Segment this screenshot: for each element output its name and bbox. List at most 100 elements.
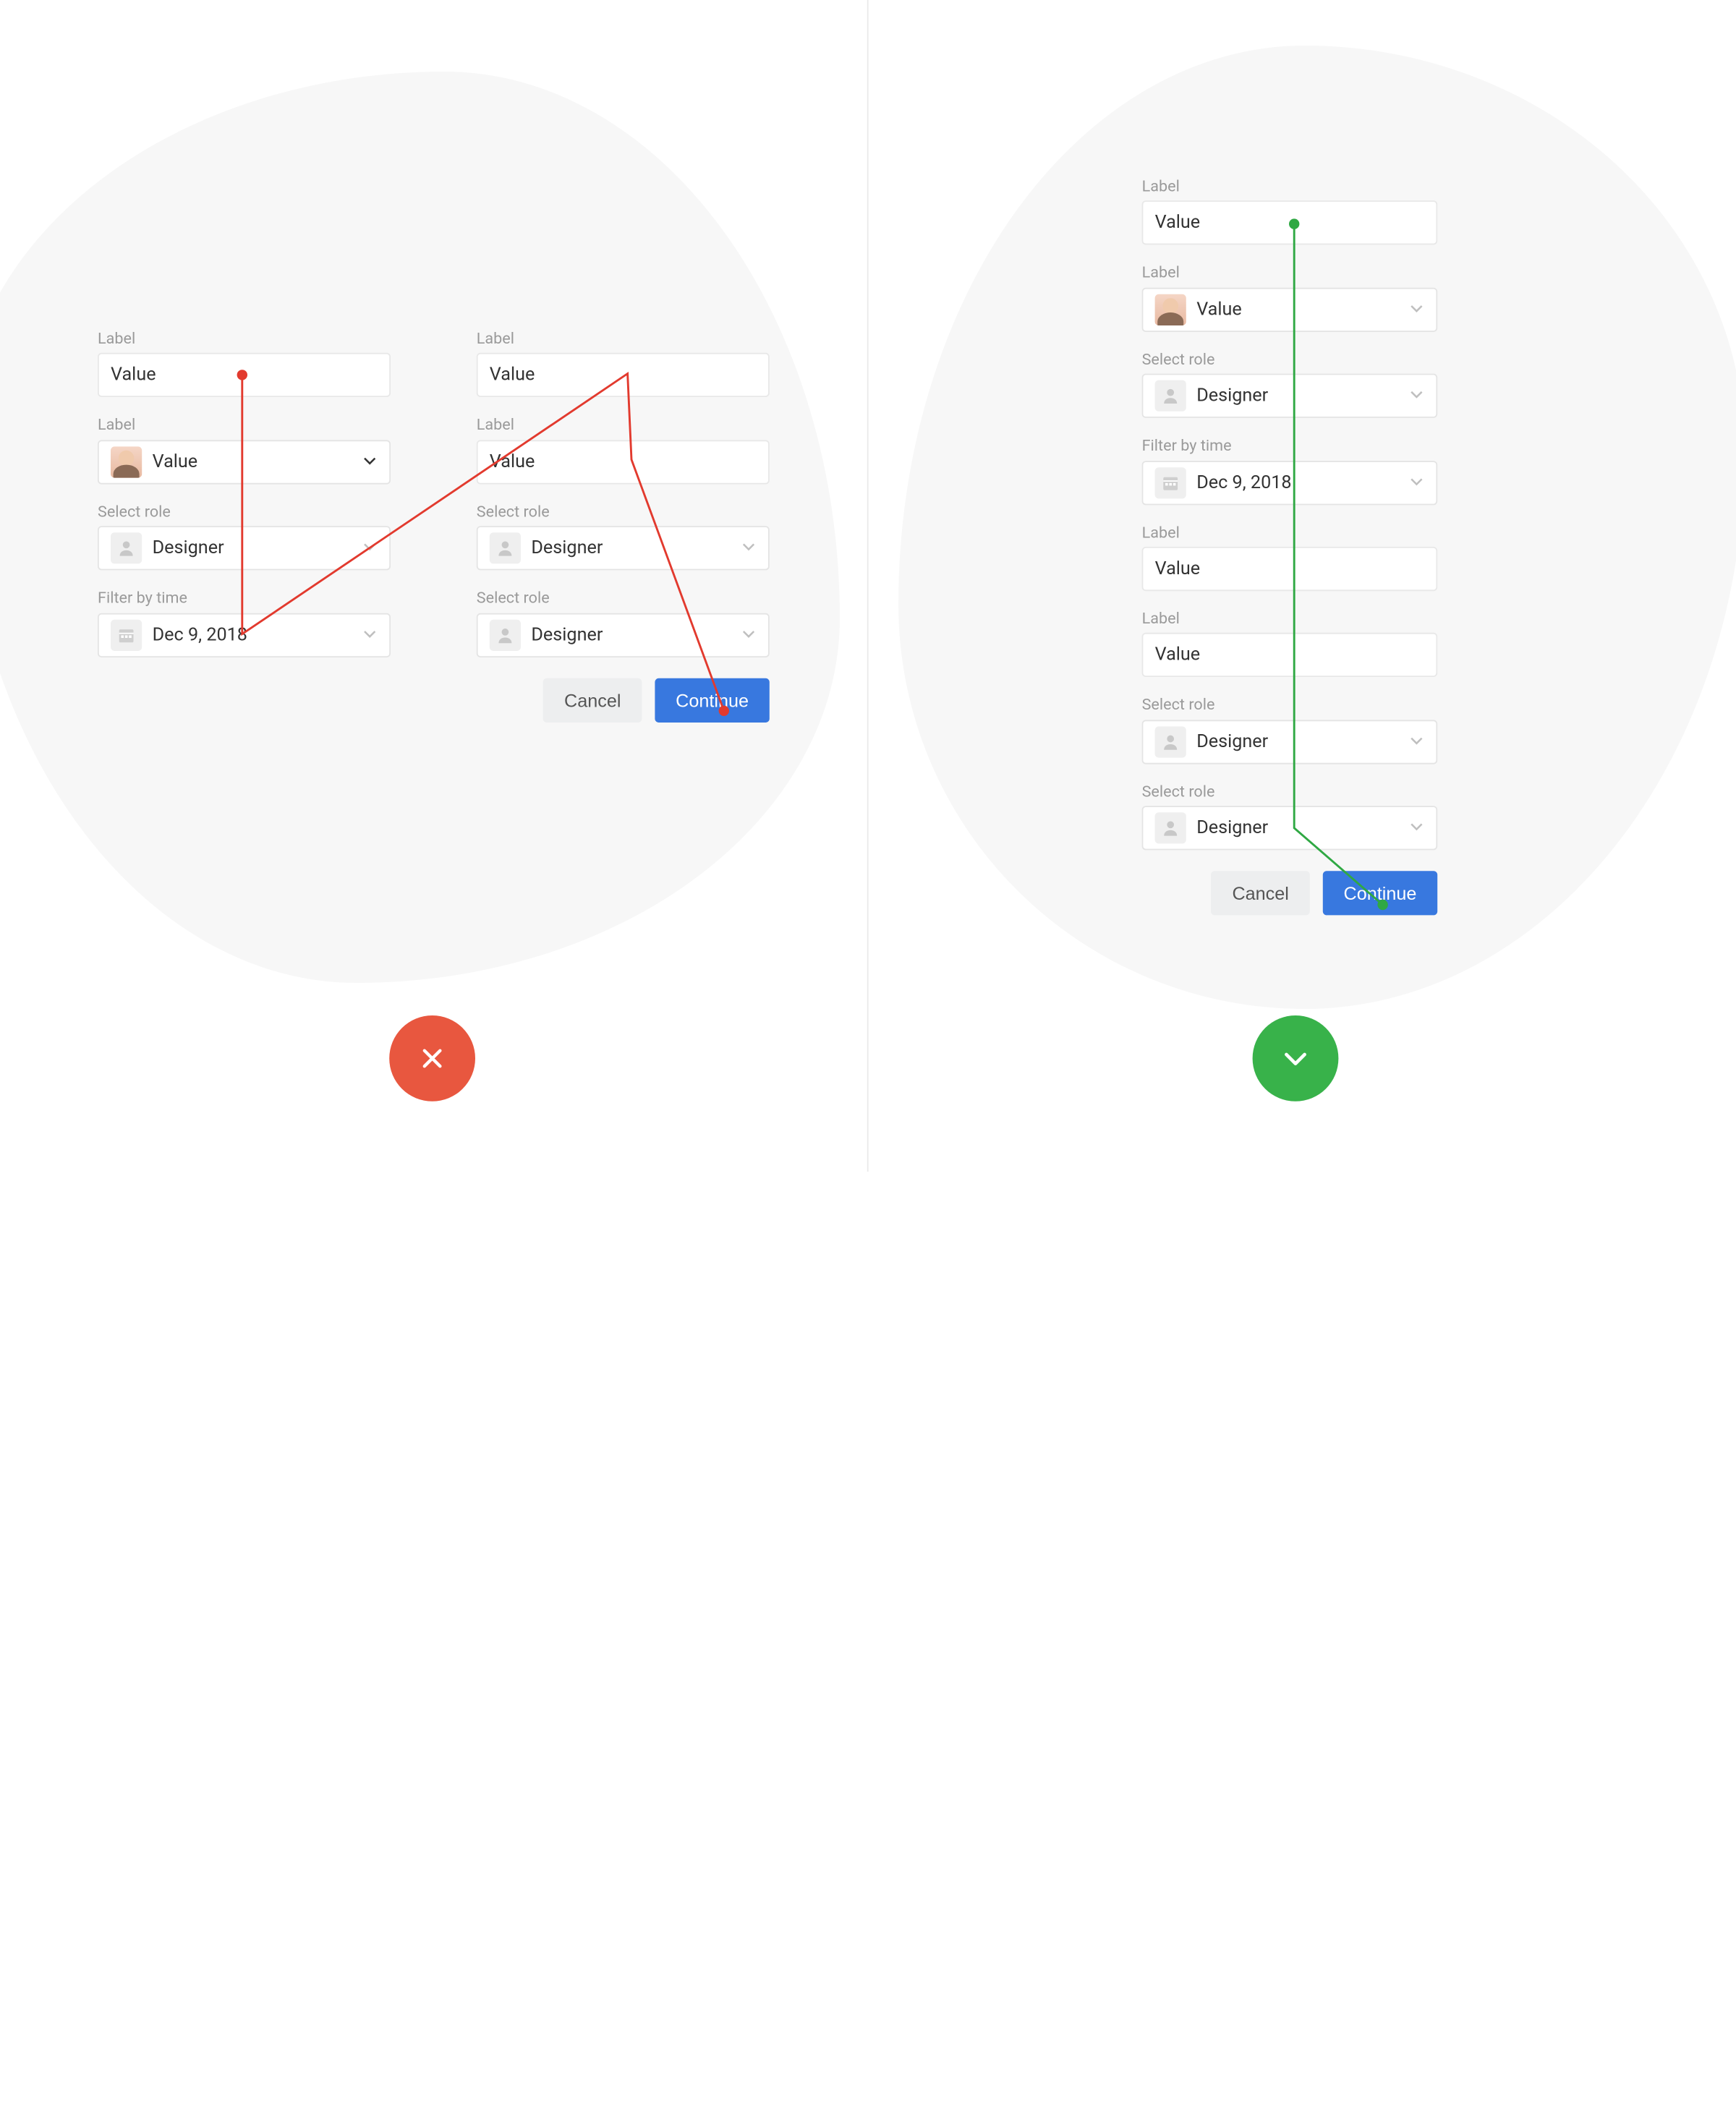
person-icon <box>490 533 521 564</box>
input-value: Value <box>490 365 535 386</box>
person-icon <box>1155 812 1186 843</box>
person-icon <box>111 533 142 564</box>
select-value: Designer <box>1196 818 1268 839</box>
continue-button[interactable]: Continue <box>655 678 769 722</box>
continue-button[interactable]: Continue <box>1323 871 1437 915</box>
input-value: Value <box>1155 558 1201 579</box>
field: Label Value <box>477 329 770 397</box>
select-value: Designer <box>531 538 603 559</box>
field: Label Value <box>1142 263 1438 331</box>
field: Select role Designer <box>1142 782 1438 850</box>
field: Select role Designer <box>98 502 391 570</box>
field: Label Value <box>98 416 391 484</box>
chevron-down-icon <box>1410 299 1423 320</box>
calendar-icon <box>111 619 142 650</box>
select-value: Designer <box>531 624 603 645</box>
field-label: Select role <box>477 589 770 608</box>
select-value: Designer <box>153 538 224 559</box>
person-icon <box>1155 380 1186 412</box>
field: Filter by time Dec 9, 2018 <box>1142 436 1438 504</box>
input-value: Value <box>111 365 156 386</box>
select-value: Value <box>1196 299 1242 320</box>
text-input[interactable]: Value <box>98 354 391 398</box>
field: Label Value <box>1142 177 1438 245</box>
field-label: Select role <box>1142 782 1438 801</box>
select-value: Designer <box>1196 731 1268 752</box>
text-input[interactable]: Value <box>1142 633 1438 677</box>
cancel-button[interactable]: Cancel <box>543 678 642 722</box>
select-value: Dec 9, 2018 <box>153 624 247 645</box>
field: Label Value <box>98 329 391 397</box>
bad-example-panel: Label Value Label Value <box>98 329 770 722</box>
chevron-down-icon <box>1410 385 1423 406</box>
field-label: Select role <box>1142 350 1438 369</box>
field-label: Label <box>98 329 391 348</box>
field: Label Value <box>1142 609 1438 677</box>
field-label: Label <box>477 329 770 348</box>
chevron-down-icon <box>363 451 376 472</box>
field-label: Label <box>1142 609 1438 628</box>
person-icon <box>490 619 521 650</box>
input-value: Value <box>490 451 535 472</box>
role-select[interactable]: Designer <box>1142 720 1438 764</box>
form-column-1: Label Value Label Value <box>98 329 391 657</box>
avatar-icon <box>1155 294 1186 325</box>
chevron-down-icon <box>1410 472 1423 493</box>
chevron-down-icon <box>1410 818 1423 839</box>
text-input[interactable]: Value <box>477 440 770 484</box>
chevron-down-icon <box>742 538 755 559</box>
text-input[interactable]: Value <box>477 354 770 398</box>
field-label: Label <box>98 416 391 435</box>
select-value: Designer <box>1196 385 1268 406</box>
field-label: Select role <box>1142 696 1438 715</box>
role-select[interactable]: Designer <box>1142 374 1438 418</box>
date-select[interactable]: Dec 9, 2018 <box>98 613 391 657</box>
select-value: Value <box>153 451 198 472</box>
role-select[interactable]: Designer <box>477 613 770 657</box>
field-label: Select role <box>98 502 391 521</box>
close-icon <box>418 1044 447 1073</box>
chevron-down-icon <box>1410 731 1423 752</box>
field: Filter by time Dec 9, 2018 <box>98 589 391 657</box>
field-label: Select role <box>477 502 770 521</box>
bad-badge <box>389 1015 475 1102</box>
avatar-icon <box>111 446 142 477</box>
field: Label Value <box>1142 523 1438 591</box>
field: Select role Designer <box>1142 350 1438 418</box>
role-select[interactable]: Designer <box>98 527 391 571</box>
button-label: Continue <box>676 689 749 710</box>
button-label: Cancel <box>564 689 621 710</box>
button-label: Cancel <box>1232 883 1288 904</box>
select-value: Dec 9, 2018 <box>1196 472 1291 493</box>
chevron-down-icon <box>742 624 755 645</box>
chevron-down-icon <box>363 538 376 559</box>
field: Label Value <box>477 416 770 484</box>
calendar-icon <box>1155 466 1186 498</box>
good-example-panel: Label Value Label Value Selec <box>1142 177 1438 916</box>
field-label: Label <box>1142 523 1438 542</box>
field: Select role Designer <box>477 589 770 657</box>
role-select[interactable]: Designer <box>477 527 770 571</box>
form-column-2: Label Value Label Value Select role <box>477 329 770 657</box>
field-label: Filter by time <box>98 589 391 608</box>
input-value: Value <box>1155 213 1201 234</box>
good-badge <box>1253 1015 1339 1102</box>
text-input[interactable]: Value <box>1142 201 1438 245</box>
input-value: Value <box>1155 645 1201 666</box>
date-select[interactable]: Dec 9, 2018 <box>1142 460 1438 504</box>
field-label: Label <box>1142 177 1438 196</box>
avatar-select[interactable]: Value <box>1142 287 1438 331</box>
text-input[interactable]: Value <box>1142 547 1438 591</box>
chevron-down-icon <box>1280 1043 1311 1074</box>
button-label: Continue <box>1344 883 1417 904</box>
divider <box>867 0 869 1172</box>
avatar-select[interactable]: Value <box>98 440 391 484</box>
cancel-button[interactable]: Cancel <box>1212 871 1310 915</box>
field-label: Label <box>477 416 770 435</box>
field: Select role Designer <box>477 502 770 570</box>
field: Select role Designer <box>1142 696 1438 764</box>
person-icon <box>1155 726 1186 757</box>
chevron-down-icon <box>363 624 376 645</box>
role-select[interactable]: Designer <box>1142 806 1438 850</box>
field-label: Filter by time <box>1142 436 1438 455</box>
